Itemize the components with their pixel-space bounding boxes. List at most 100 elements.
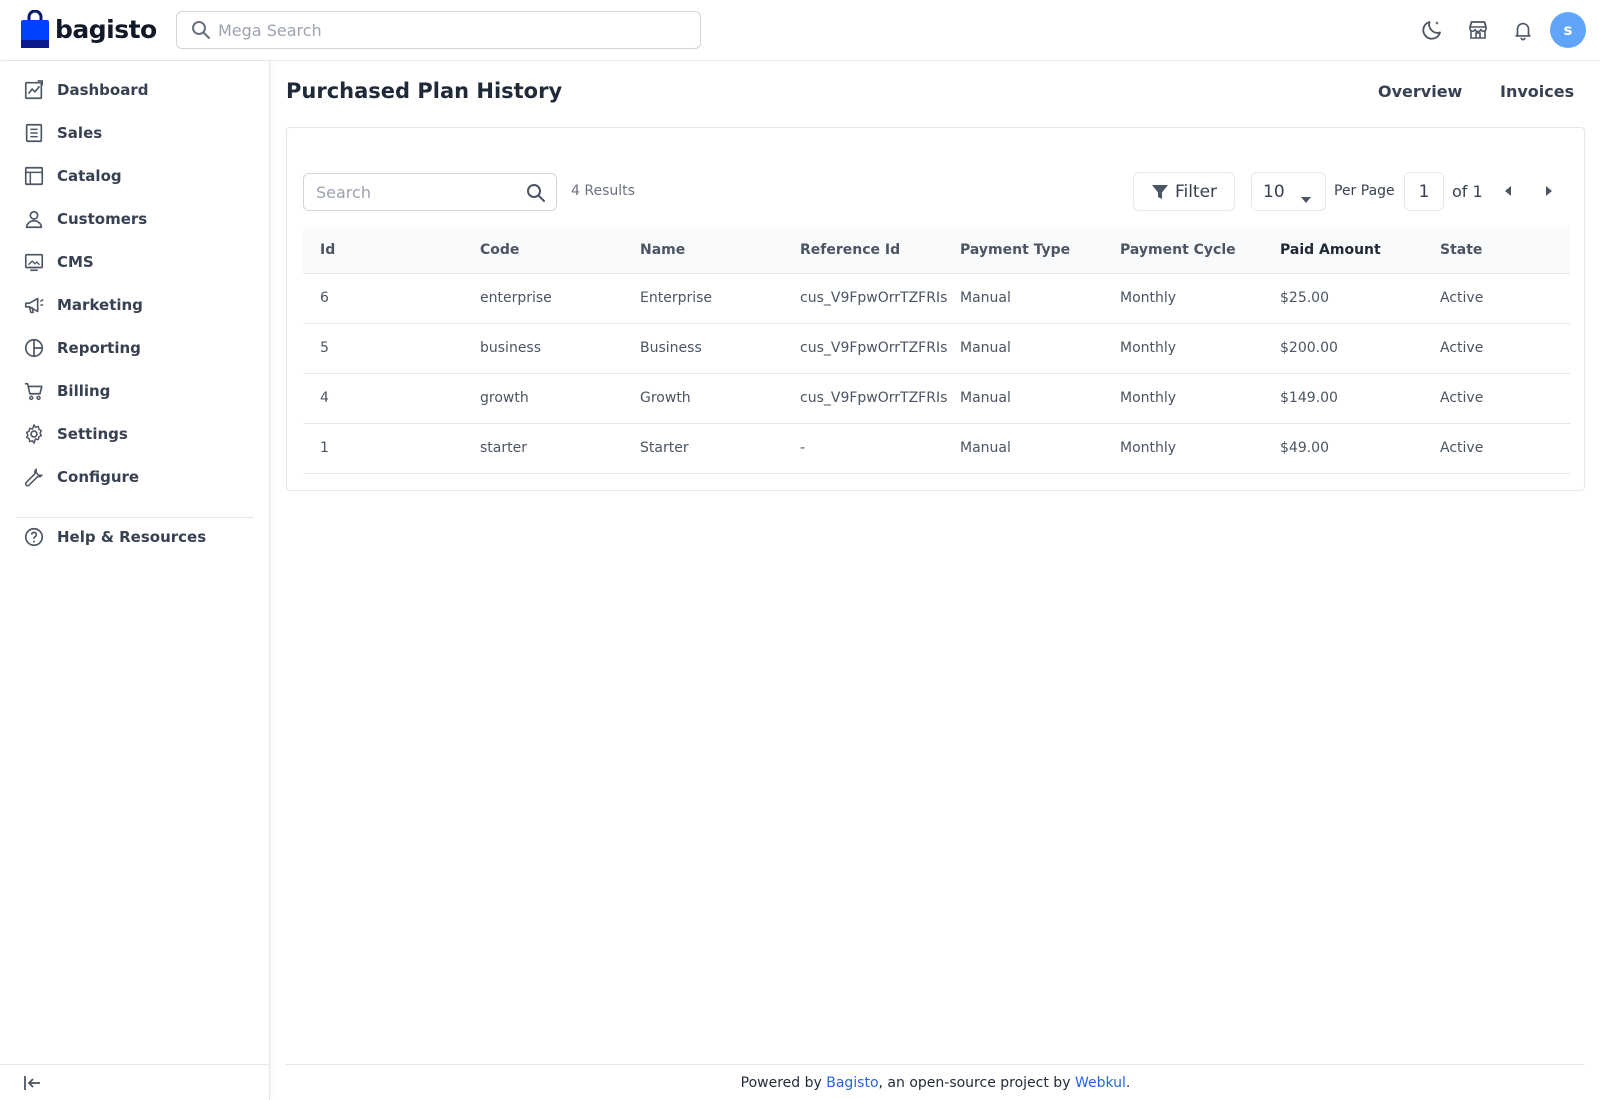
sidebar-item-settings[interactable]: Settings xyxy=(22,419,128,449)
cell-state: Active xyxy=(1440,290,1484,306)
sidebar-item-configure[interactable]: Configure xyxy=(22,462,139,492)
shopping-bag-logo-icon xyxy=(21,10,49,48)
receipt-icon xyxy=(22,121,46,145)
sidebar-item-label: Help & Resources xyxy=(57,528,207,546)
cell-payment-cycle: Monthly xyxy=(1120,340,1177,356)
sidebar-item-sales[interactable]: Sales xyxy=(22,118,102,148)
caret-down-icon xyxy=(1301,189,1311,209)
gear-icon xyxy=(22,422,46,446)
cell-code: enterprise xyxy=(480,290,552,306)
next-page-icon[interactable] xyxy=(1541,183,1557,199)
brand-name: bagisto xyxy=(55,14,157,44)
column-header-code[interactable]: Code xyxy=(480,242,519,258)
user-avatar[interactable]: s xyxy=(1550,12,1586,48)
help-circle-icon xyxy=(22,525,46,549)
mega-search-box[interactable] xyxy=(176,11,701,49)
sidebar-item-label: Settings xyxy=(57,425,128,443)
filter-label: Filter xyxy=(1174,181,1218,202)
page-total: of 1 xyxy=(1452,182,1483,201)
column-header-paid-amount[interactable]: Paid Amount xyxy=(1280,242,1381,258)
bell-icon[interactable] xyxy=(1510,17,1536,43)
sidebar-divider xyxy=(16,517,254,518)
cell-payment-type: Manual xyxy=(960,390,1011,406)
cell-payment-type: Manual xyxy=(960,440,1011,456)
per-page-value: 10 xyxy=(1263,181,1285,202)
sidebar-item-label: Marketing xyxy=(57,296,143,314)
datagrid-search-box[interactable] xyxy=(303,173,557,211)
pie-chart-icon xyxy=(22,336,46,360)
bagisto-logo[interactable]: bagisto xyxy=(21,10,157,48)
cell-payment-type: Manual xyxy=(960,290,1011,306)
tab-invoices[interactable]: Invoices xyxy=(1500,82,1574,101)
cell-id: 6 xyxy=(320,290,329,306)
cell-payment-cycle: Monthly xyxy=(1120,290,1177,306)
column-header-payment-type[interactable]: Payment Type xyxy=(960,242,1070,258)
sidebar-item-label: Reporting xyxy=(57,339,141,357)
dashboard-icon xyxy=(22,78,46,102)
cell-code: business xyxy=(480,340,542,356)
sidebar-item-label: Configure xyxy=(57,468,140,486)
cell-id: 4 xyxy=(320,390,329,406)
search-icon[interactable] xyxy=(526,183,546,207)
sidebar-item-marketing[interactable]: Marketing xyxy=(22,290,143,320)
user-icon xyxy=(22,207,46,231)
collapse-sidebar-icon[interactable] xyxy=(22,1073,42,1097)
cell-reference-id: - xyxy=(800,440,806,456)
cell-reference-id: cus_V9FpwOrrTZFRIs xyxy=(800,290,948,306)
table-row: 1 starter Starter - Manual Monthly $49.0… xyxy=(303,424,1570,474)
bagisto-link[interactable]: Bagisto xyxy=(826,1075,878,1091)
cell-paid-amount: $200.00 xyxy=(1280,340,1338,356)
sidebar-item-customers[interactable]: Customers xyxy=(22,204,147,234)
sidebar-item-help[interactable]: Help & Resources xyxy=(22,522,206,552)
sidebar-item-cms[interactable]: CMS xyxy=(22,247,94,277)
cell-state: Active xyxy=(1440,440,1484,456)
column-header-state[interactable]: State xyxy=(1440,242,1482,258)
table-row: 5 business Business cus_V9FpwOrrTZFRIs M… xyxy=(303,324,1570,374)
sidebar-item-label: Catalog xyxy=(57,167,122,185)
webkul-link[interactable]: Webkul xyxy=(1075,1075,1126,1091)
footer-middle: , an open-source project by xyxy=(878,1075,1075,1091)
cell-paid-amount: $25.00 xyxy=(1280,290,1329,306)
search-icon xyxy=(191,20,211,44)
footer-suffix: . xyxy=(1125,1075,1131,1091)
previous-page-icon[interactable] xyxy=(1500,183,1516,199)
cart-icon xyxy=(22,379,46,403)
cell-reference-id: cus_V9FpwOrrTZFRIs xyxy=(800,390,948,406)
per-page-label: Per Page xyxy=(1334,183,1395,199)
monitor-icon xyxy=(22,250,46,274)
tab-overview[interactable]: Overview xyxy=(1378,82,1462,101)
datagrid-search-input[interactable] xyxy=(304,174,556,210)
sidebar-item-dashboard[interactable]: Dashboard xyxy=(22,75,148,105)
sidebar-item-label: Customers xyxy=(57,210,148,228)
cell-name: Business xyxy=(640,340,702,356)
column-header-id[interactable]: Id xyxy=(320,242,335,258)
cell-paid-amount: $149.00 xyxy=(1280,390,1338,406)
footer-divider xyxy=(286,1064,1585,1065)
cell-code: growth xyxy=(480,390,529,406)
megaphone-icon xyxy=(22,293,46,317)
per-page-select[interactable]: 10 xyxy=(1251,172,1326,211)
sidebar: Dashboard Sales Catalog Customers CMS Ma… xyxy=(0,61,270,1100)
moon-icon[interactable] xyxy=(1419,17,1445,43)
sidebar-item-catalog[interactable]: Catalog xyxy=(22,161,122,191)
sidebar-item-billing[interactable]: Billing xyxy=(22,376,110,406)
mega-search-input[interactable] xyxy=(177,12,700,48)
filter-icon xyxy=(1151,183,1169,201)
filter-button[interactable]: Filter xyxy=(1133,172,1235,211)
cell-payment-type: Manual xyxy=(960,340,1011,356)
sidebar-footer xyxy=(0,1064,269,1100)
cell-id: 5 xyxy=(320,340,329,356)
cell-name: Growth xyxy=(640,390,691,406)
cell-reference-id: cus_V9FpwOrrTZFRIs xyxy=(800,340,948,356)
cell-payment-cycle: Monthly xyxy=(1120,390,1177,406)
cell-state: Active xyxy=(1440,340,1484,356)
page-title: Purchased Plan History xyxy=(286,79,563,103)
current-page-input[interactable] xyxy=(1404,172,1444,211)
column-header-reference-id[interactable]: Reference Id xyxy=(800,242,900,258)
catalog-icon xyxy=(22,164,46,188)
sidebar-item-label: CMS xyxy=(57,253,94,271)
store-icon[interactable] xyxy=(1465,17,1491,43)
sidebar-item-reporting[interactable]: Reporting xyxy=(22,333,141,363)
column-header-name[interactable]: Name xyxy=(640,242,685,258)
column-header-payment-cycle[interactable]: Payment Cycle xyxy=(1120,242,1236,258)
